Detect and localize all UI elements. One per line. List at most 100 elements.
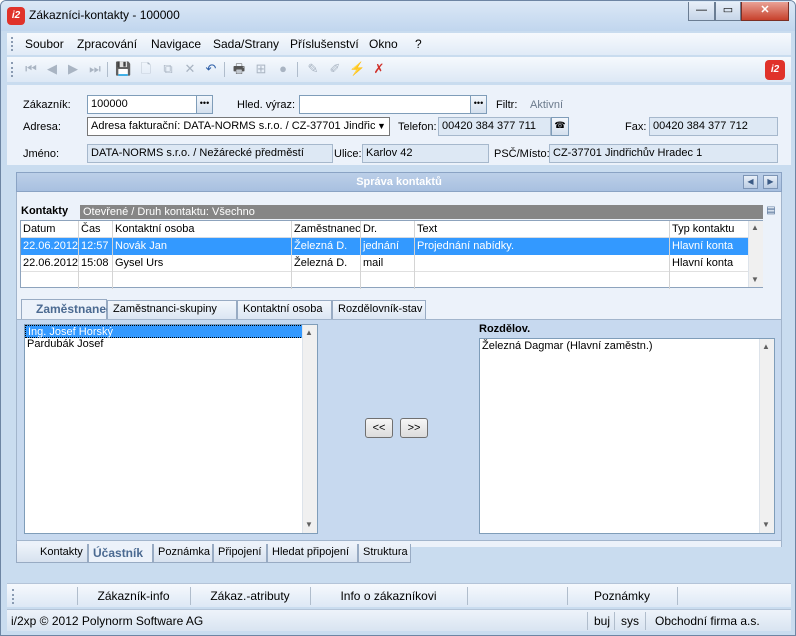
zakaznik-info-button[interactable]: Zákazník-info: [77, 589, 190, 603]
contacts-grid: Datum Čas Kontaktní osoba Zaměstnanec Dr…: [20, 220, 763, 289]
panel-next-icon[interactable]: ▶: [763, 175, 778, 189]
col-zamestnanec[interactable]: Zaměstnanec: [292, 221, 361, 238]
tab-struktura[interactable]: Struktura: [358, 544, 411, 563]
cell-text: Projednání nabídky.: [415, 238, 670, 255]
employee-list-scrollbar[interactable]: ▲ ▼: [302, 325, 317, 533]
menu-grip[interactable]: [11, 37, 14, 51]
menu-zpracovani[interactable]: Zpracování: [77, 37, 137, 51]
scroll-up-icon[interactable]: ▲: [762, 342, 770, 351]
delete-icon[interactable]: ✕: [182, 61, 198, 77]
edit-pen-alt-icon[interactable]: ✐: [327, 61, 343, 77]
scroll-up-icon[interactable]: ▲: [751, 223, 759, 232]
tab-poznamka[interactable]: Poznámka: [153, 544, 213, 563]
col-typ-kontaktu[interactable]: Typ kontaktu: [670, 221, 748, 238]
menu-prislusenstvi[interactable]: Příslušenství: [290, 37, 359, 51]
filter-icon[interactable]: ⚡: [349, 61, 365, 77]
distribution-list-scrollbar[interactable]: ▲ ▼: [759, 339, 774, 533]
menu-soubor[interactable]: Soubor: [25, 37, 64, 51]
employee-list[interactable]: Ing. Josef Horský Pardubák Josef ▲ ▼: [24, 324, 318, 534]
close-button[interactable]: ✕: [741, 2, 789, 21]
list-item[interactable]: Pardubák Josef: [25, 338, 317, 351]
zakaz-atributy-button[interactable]: Zákaz.-atributy: [190, 589, 310, 603]
menu-bar: Soubor Zpracování Navigace Sada/Strany P…: [7, 33, 791, 55]
col-text[interactable]: Text: [415, 221, 670, 238]
menu-sada-strany[interactable]: Sada/Strany: [213, 37, 279, 51]
minimize-button[interactable]: —: [688, 2, 715, 21]
zakaznik-input[interactable]: 100000: [87, 95, 197, 114]
hled-label: Hled. výraz:: [237, 99, 296, 111]
grid-settings-icon[interactable]: ▤: [764, 205, 778, 219]
panel-prev-icon[interactable]: ◀: [743, 175, 758, 189]
maximize-button[interactable]: ▭: [715, 2, 741, 21]
hled-lookup-button[interactable]: •••: [470, 95, 487, 114]
tab-ucastnik[interactable]: Účastník: [88, 544, 153, 563]
phone-dial-icon[interactable]: ☎: [551, 117, 569, 136]
list-item[interactable]: Ing. Josef Horský: [25, 325, 317, 338]
grid-scrollbar[interactable]: ▲ ▼: [748, 221, 763, 287]
move-left-button[interactable]: <<: [365, 418, 393, 438]
table-row[interactable]: 22.06.2012 12:57 Novák Jan Železná D. je…: [21, 238, 762, 255]
function-separator: [467, 587, 468, 605]
tree-icon[interactable]: ⊞: [253, 61, 269, 77]
function-bar-grip[interactable]: [12, 589, 15, 604]
cell-typ-kontaktu: Hlavní konta: [672, 240, 734, 252]
cell-dr: jednání: [361, 238, 415, 255]
jmeno-label: Jméno:: [23, 148, 60, 160]
scroll-down-icon[interactable]: ▼: [751, 275, 759, 284]
chevron-down-icon[interactable]: ▼: [375, 119, 388, 134]
info-o-zakaznikovi-button[interactable]: Info o zákazníkovi: [310, 589, 467, 603]
toolbar-grip[interactable]: [11, 62, 14, 77]
cell-zamestnanec: Železná D.: [292, 255, 361, 272]
scroll-down-icon[interactable]: ▼: [305, 520, 313, 529]
fax-label: Fax:: [625, 121, 647, 133]
scroll-up-icon[interactable]: ▲: [305, 328, 313, 337]
fax-field: 00420 384 377 712: [649, 117, 778, 136]
move-right-button[interactable]: >>: [400, 418, 428, 438]
copy-icon[interactable]: ⧉: [160, 61, 176, 77]
window-title: Zákazníci-kontakty - 100000: [29, 8, 180, 22]
tab-zamestnanci-skupiny[interactable]: Zaměstnanci-skupiny: [107, 300, 237, 319]
distribution-title: Rozdělov.: [479, 323, 531, 335]
hled-input[interactable]: [299, 95, 471, 114]
status-bar: i/2xp © 2012 Polynorm Software AG buj sy…: [7, 609, 791, 631]
distribution-list[interactable]: Železná Dagmar (Hlavní zaměstn.) ▲ ▼: [479, 338, 775, 534]
tab-hledat-pripojeni[interactable]: Hledat připojení: [267, 544, 358, 563]
cell-datum: 22.06.2012: [21, 255, 79, 272]
save-icon[interactable]: 💾: [115, 61, 131, 77]
menu-help[interactable]: ?: [415, 37, 422, 51]
tab-pripojeni[interactable]: Připojení: [213, 544, 267, 563]
tab-kontaktni-osoba[interactable]: Kontaktní osoba: [237, 300, 332, 319]
list-item[interactable]: Železná Dagmar (Hlavní zaměstn.): [480, 339, 774, 352]
prev-record-icon[interactable]: ◀: [44, 61, 60, 77]
cell-cas: 15:08: [79, 255, 113, 272]
next-record-icon[interactable]: ▶: [65, 61, 81, 77]
tab-rozdelovnik-stav[interactable]: Rozdělovník-stav: [332, 300, 426, 319]
print-icon[interactable]: 🖶: [231, 61, 247, 77]
tab-kontakty[interactable]: Kontakty: [16, 544, 88, 563]
last-record-icon[interactable]: ⏭: [87, 61, 103, 77]
function-bar: Zákazník-info Zákaz.-atributy Info o zák…: [7, 583, 791, 607]
toolbar-separator: [224, 62, 225, 77]
scroll-down-icon[interactable]: ▼: [762, 520, 770, 529]
clear-filter-icon[interactable]: ✗: [371, 61, 387, 77]
status-user: sys: [621, 614, 639, 628]
adresa-select[interactable]: Adresa fakturační: DATA-NORMS s.r.o. / C…: [87, 117, 390, 136]
customer-form: Zákazník: 100000 ••• Hled. výraz: ••• Fi…: [7, 85, 791, 165]
stop-icon[interactable]: ●: [275, 61, 291, 77]
col-datum[interactable]: Datum: [21, 221, 79, 238]
menu-navigace[interactable]: Navigace: [151, 37, 201, 51]
undo-icon[interactable]: ↶: [203, 61, 219, 77]
col-cas[interactable]: Čas: [79, 221, 113, 238]
cell-kontaktni-osoba: Gysel Urs: [113, 255, 292, 272]
col-kontaktni-osoba[interactable]: Kontaktní osoba: [113, 221, 292, 238]
col-dr[interactable]: Dr.: [361, 221, 415, 238]
edit-pen-icon[interactable]: ✎: [305, 61, 321, 77]
poznamky-button[interactable]: Poznámky: [567, 589, 677, 603]
table-row[interactable]: 22.06.2012 15:08 Gysel Urs Železná D. ma…: [21, 255, 762, 272]
new-document-icon[interactable]: 🗋: [138, 61, 154, 77]
first-record-icon[interactable]: ⏮: [23, 61, 39, 77]
menu-okno[interactable]: Okno: [369, 37, 398, 51]
cell-typ-kontaktu: Hlavní konta: [672, 257, 734, 269]
zakaznik-lookup-button[interactable]: •••: [196, 95, 213, 114]
tab-zamestnanec[interactable]: Zaměstnanec: [21, 299, 113, 320]
